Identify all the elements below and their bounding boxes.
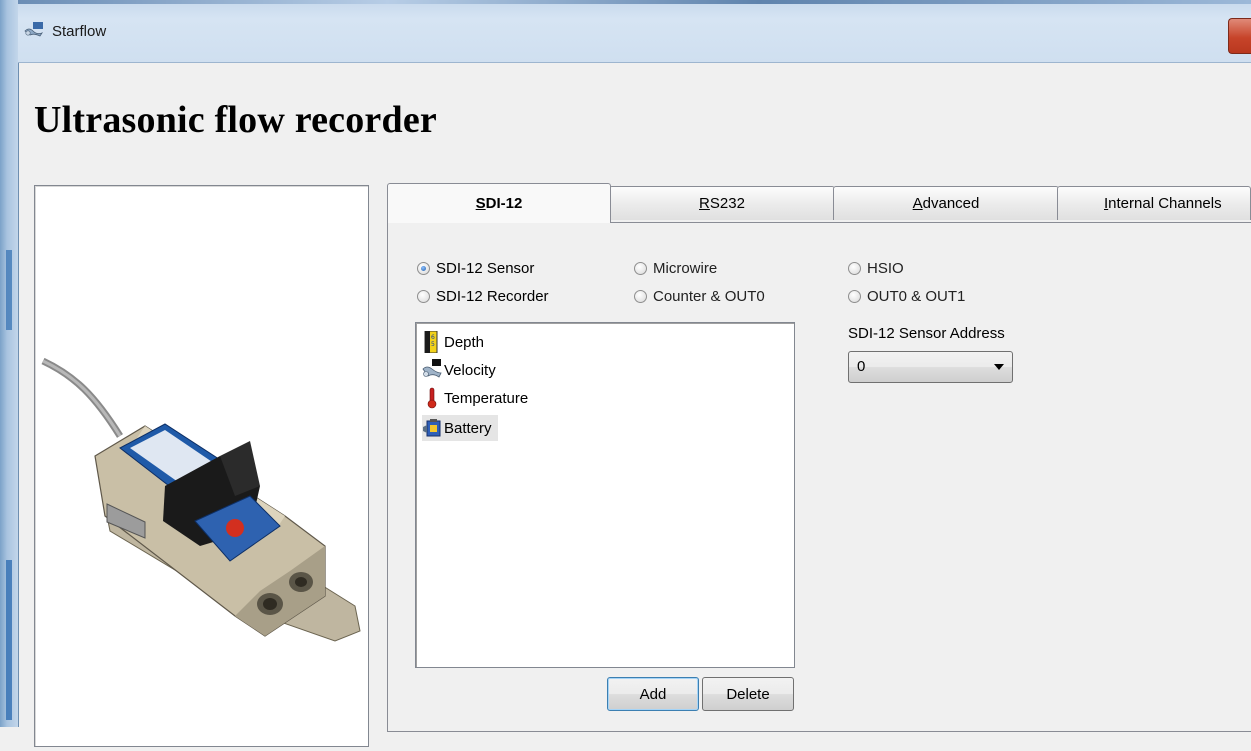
velocity-icon	[422, 359, 442, 378]
radio-out0-out1[interactable]: OUT0 & OUT1	[848, 288, 965, 305]
tab-rs232[interactable]: RS232	[609, 186, 835, 220]
radio-sdi12-sensor[interactable]: SDI-12 Sensor	[417, 260, 534, 277]
battery-icon	[423, 419, 441, 437]
list-item-temperature[interactable]: Temperature	[422, 385, 528, 411]
sensor-address-select[interactable]: 0	[848, 351, 1013, 383]
product-image-panel	[34, 185, 369, 747]
list-item-battery[interactable]: Battery	[422, 415, 498, 441]
close-button[interactable]	[1228, 18, 1251, 54]
ultrasonic-sensor-image	[41, 357, 361, 642]
radio-checked-indicator	[417, 262, 430, 275]
channel-listbox[interactable]: 6 5 Depth Velocity Temperature Battery	[415, 322, 795, 668]
radio-counter-out0[interactable]: Counter & OUT0	[634, 288, 765, 305]
window-left-border	[0, 0, 19, 727]
radio-microwire[interactable]: Microwire	[634, 260, 717, 277]
window-title: Starflow	[52, 23, 107, 40]
delete-button[interactable]: Delete	[702, 677, 794, 711]
chevron-down-icon	[994, 364, 1004, 370]
page-heading: Ultrasonic flow recorder	[34, 99, 437, 141]
tab-internal-channels[interactable]: Internal Channels	[1057, 186, 1251, 220]
thermometer-icon	[427, 387, 437, 409]
depth-ruler-icon: 6 5	[424, 331, 438, 353]
svg-text:5: 5	[431, 341, 435, 348]
radio-sdi12-recorder[interactable]: SDI-12 Recorder	[417, 288, 549, 305]
svg-text:6: 6	[431, 334, 435, 341]
sensor-address-label: SDI-12 Sensor Address	[848, 325, 1005, 342]
add-button[interactable]: Add	[607, 677, 699, 711]
title-bar[interactable]: Starflow	[18, 0, 1251, 63]
radio-hsio[interactable]: HSIO	[848, 260, 904, 277]
list-item-depth[interactable]: 6 5 Depth	[422, 329, 484, 355]
tab-advanced[interactable]: Advanced	[833, 186, 1059, 220]
list-item-velocity[interactable]: Velocity	[422, 357, 496, 383]
tab-sdi12[interactable]: SDI-12	[387, 183, 611, 223]
starflow-app-icon	[24, 22, 44, 37]
